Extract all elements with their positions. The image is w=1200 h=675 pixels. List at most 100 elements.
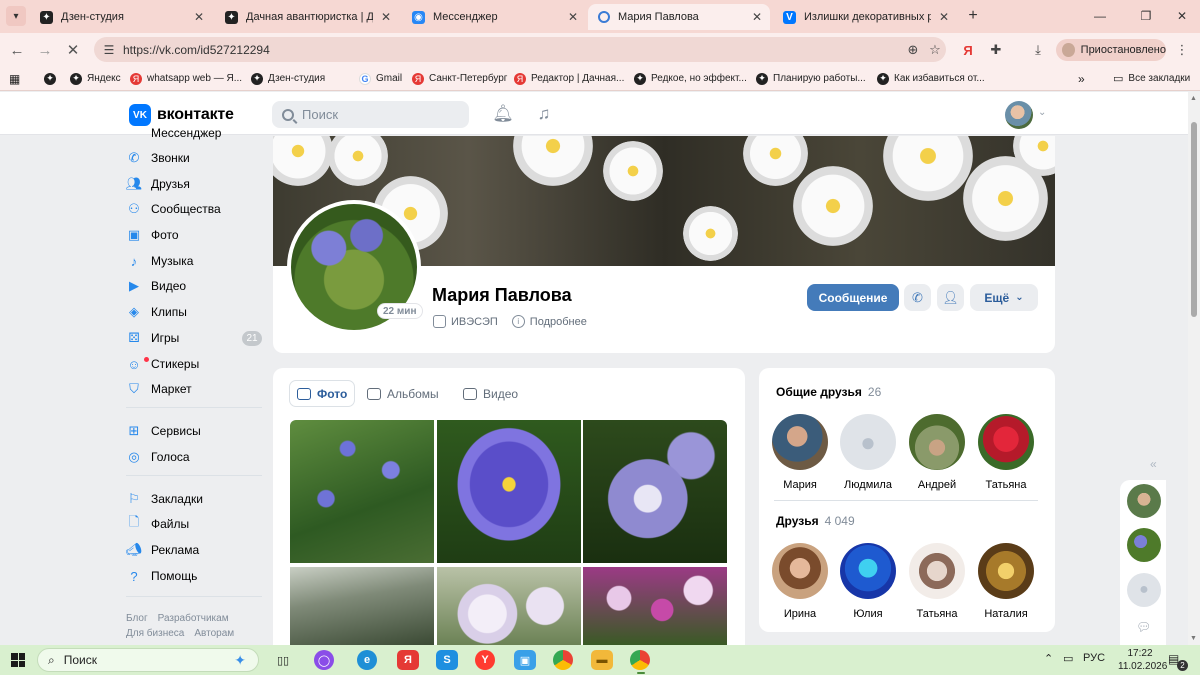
sidebar-item-clips[interactable]: ◈ Клипы [126,300,262,324]
tray-chevron-icon[interactable]: ⌃ [1044,652,1053,665]
sidebar-item-ads[interactable]: 📣︎ Реклама [126,538,262,562]
bookmark-item[interactable]: ✦ Дзен-студия [251,70,325,87]
address-bar[interactable]: ☰ https://vk.com/id527212294 ⊕ ☆ [94,37,946,62]
chrome-active-icon[interactable] [630,650,650,674]
sidebar-item-stickers[interactable]: ☺ Стикеры [126,352,262,376]
default-avatar-icon[interactable]: ● [1127,573,1161,607]
chat-avatar[interactable] [1127,484,1161,518]
bookmark-item[interactable]: ✦ Редкое, но эффект... [634,70,747,87]
restore-icon[interactable]: ❐ [1136,6,1156,26]
music-note-icon[interactable]: ♫ [534,104,554,124]
chat-avatar[interactable] [1127,528,1161,562]
chevron-down-icon[interactable]: ⌄ [1038,107,1046,118]
star-icon[interactable]: ☆ [924,42,946,58]
tab-albums[interactable]: Альбомы [360,381,446,406]
sidebar-item-market[interactable]: ⛉ Маркет [126,377,262,401]
close-window-icon[interactable]: ✕ [1172,6,1192,26]
sidebar-item-games[interactable]: ⚄ Игры 21 [126,326,262,350]
bookmark-item[interactable]: Я Санкт-Петербург [412,70,507,87]
footer-link-business[interactable]: Для бизнеса [126,628,184,639]
stop-loading-button[interactable]: ✕ [62,39,84,61]
alice-icon[interactable]: ◯ [314,650,334,670]
sidebar-item-bookmarks[interactable]: ⚐ Закладки [126,487,262,511]
yandex-icon[interactable]: Я [397,650,419,670]
sidebar-item-help[interactable]: ? Помощь [126,564,262,588]
photo-thumbnail[interactable] [583,420,727,563]
sidebar-item-friends[interactable]: 👥︎ Друзья [126,172,262,196]
mutual-friends-header[interactable]: Общие друзья 26 [776,385,881,399]
sidebar-item-communities[interactable]: ⚇ Сообщества [126,197,262,221]
browser-tab[interactable]: ◉ Мессенджер ✕ [402,4,586,30]
footer-link-developers[interactable]: Разработчикам [158,613,229,624]
bookmark-item[interactable]: Яwhatsapp web — Я... [130,70,242,87]
browser-tab[interactable]: V Излишки декоративных расте ✕ [773,4,957,30]
friend-item[interactable]: Ирина [765,543,835,620]
close-icon[interactable]: ✕ [381,10,391,24]
friend-item[interactable]: ● Людмила [833,414,903,491]
chrome-icon[interactable] [553,650,573,670]
sidebar-item-photo[interactable]: ▣ Фото [126,223,262,247]
site-info-icon[interactable]: ☰ [99,40,119,60]
page-scrollbar[interactable]: ▲ ▼ [1188,92,1200,645]
close-icon[interactable]: ✕ [939,10,949,24]
collapse-chats-icon[interactable]: « [1150,457,1157,471]
sidebar-item-music[interactable]: ♪ Музыка [126,249,262,273]
edge-icon[interactable]: e [357,650,377,670]
profile-work[interactable]: ИВЭСЭП [433,315,498,328]
footer-link-blog[interactable]: Блог [126,613,148,624]
url-text[interactable]: https://vk.com/id527212294 [123,43,902,57]
sidebar-item-votes[interactable]: ◎ Голоса [126,445,262,469]
file-explorer-icon[interactable]: ▬ [591,650,613,670]
sidebar-item-calls[interactable]: ✆ Звонки [126,146,262,170]
new-tab-button[interactable]: + [963,6,983,26]
tab-search-button[interactable]: ▾ [6,6,26,26]
photo-thumbnail[interactable] [437,567,581,645]
all-bookmarks[interactable]: ▭ Все закладки [1113,70,1190,87]
sidebar-item-services[interactable]: ⊞ Сервисы [126,419,262,443]
message-button[interactable]: Сообщение [807,284,899,311]
apps-icon[interactable]: ▦ [9,70,20,87]
user-avatar[interactable] [1005,101,1033,129]
browser-tab[interactable]: ✦ Дачная авантюристка | Дзен ✕ [215,4,399,30]
bell-icon[interactable]: 🔔︎ [492,104,514,124]
sidebar-item-messenger[interactable]: Мессенджер [126,128,262,140]
tab-photos[interactable]: Фото [290,381,355,406]
tab-video[interactable]: Видео [456,381,525,406]
video-app-icon[interactable]: ▣ [514,650,536,670]
friend-item[interactable]: Татьяна [971,414,1041,491]
yandex-browser-icon[interactable]: Y [475,650,495,670]
network-icon[interactable]: ▭ [1063,652,1073,665]
menu-icon[interactable]: ⋮ [1172,41,1192,59]
windows-start-icon[interactable] [11,653,25,667]
profile-button[interactable]: Приостановлено [1056,39,1166,61]
more-bookmarks-icon[interactable]: » [1078,70,1085,87]
friends-header[interactable]: Друзья 4 049 [776,514,855,528]
minimize-icon[interactable]: — [1090,6,1110,26]
chat-bubble-icon[interactable]: 💬︎ [1136,620,1151,634]
taskbar-clock[interactable]: 17:22 11.02.2026 [1118,647,1167,673]
bookmark-item[interactable]: ✦ Планирую работы... [756,70,866,87]
back-button[interactable]: ← [6,39,28,61]
scroll-down-icon[interactable]: ▼ [1190,635,1197,642]
close-icon[interactable]: ✕ [568,10,578,24]
sidebar-item-files[interactable]: 🗋︎ Файлы [126,512,262,536]
friend-status-button[interactable]: 👤︎ [937,284,964,311]
friend-item[interactable]: Андрей [902,414,972,491]
browser-tab[interactable]: ✦ Дзен-студия ✕ [30,4,212,30]
task-view-icon[interactable]: ▯▯ [272,650,294,670]
scroll-up-icon[interactable]: ▲ [1190,95,1197,102]
skype-icon[interactable]: S [436,650,458,670]
download-icon[interactable]: ⤓ [1028,41,1048,59]
bookmark-item[interactable]: ✦ Яндекс [70,70,121,87]
photo-thumbnail[interactable] [583,567,727,645]
friend-item[interactable]: Наталия [971,543,1041,620]
zoom-icon[interactable]: ⊕ [902,42,924,58]
forward-button[interactable]: → [34,39,56,61]
footer-link-authors[interactable]: Авторам [194,628,234,639]
friend-item[interactable]: Юлия [833,543,903,620]
search-input[interactable]: Поиск [272,101,469,128]
taskbar-search[interactable]: ⌕ Поиск ✦ [37,648,259,672]
sidebar-item-video[interactable]: ▶ Видео [126,274,262,298]
extensions-icon[interactable]: ✚ [986,41,1006,59]
scroll-thumb[interactable] [1191,122,1197,317]
